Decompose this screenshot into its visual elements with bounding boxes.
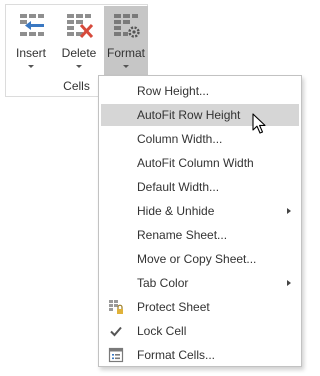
menu-item-label: Hide & Unhide [137,204,215,218]
menu-item-label: Protect Sheet [137,300,210,314]
menu-item-move-copy-sheet[interactable]: Move or Copy Sheet... [101,248,299,270]
menu-item-label: Lock Cell [137,324,187,338]
insert-cells-icon [20,14,44,36]
format-cells-gear-icon [114,14,140,38]
insert-button[interactable]: Insert [9,6,53,78]
menu-item-row-height[interactable]: Row Height... [101,80,299,102]
menu-item-label: Default Width... [137,180,220,194]
menu-item-label: Rename Sheet... [137,228,228,242]
menu-item-protect-sheet[interactable]: Protect Sheet [101,296,299,318]
menu-item-label: Row Height... [137,84,210,98]
protect-sheet-icon [109,300,123,314]
insert-dropdown-arrow-icon [28,65,34,68]
insert-label: Insert [15,46,46,60]
menu-item-label: Format Cells... [137,348,216,362]
menu-item-column-width[interactable]: Column Width... [101,128,299,150]
delete-dropdown-arrow-icon [76,65,82,68]
delete-label: Delete [61,46,97,60]
checkmark-icon [110,326,122,337]
menu-item-autofit-column-width[interactable]: AutoFit Column Width [101,152,299,174]
submenu-arrow-icon [287,280,291,286]
menu-item-lock-cell[interactable]: Lock Cell [101,320,299,342]
menu-item-format-cells[interactable]: Format Cells... [101,344,299,366]
menu-item-label: Column Width... [137,132,223,146]
menu-item-label: AutoFit Column Width [137,156,254,170]
format-button[interactable]: Format [104,6,148,78]
menu-item-default-width[interactable]: Default Width... [101,176,299,198]
menu-item-label: Move or Copy Sheet... [137,252,257,266]
format-dropdown-menu: Row Height... AutoFit Row Height Column … [98,75,302,367]
format-dropdown-arrow-icon [123,65,129,68]
menu-item-rename-sheet[interactable]: Rename Sheet... [101,224,299,246]
menu-item-label: AutoFit Row Height [137,108,241,122]
menu-item-tab-color[interactable]: Tab Color [101,272,299,294]
menu-item-autofit-row-height[interactable]: AutoFit Row Height [101,104,299,126]
delete-cells-icon [67,14,94,39]
menu-item-label: Tab Color [137,276,189,290]
format-cells-icon [108,347,124,363]
delete-button[interactable]: Delete [57,6,101,78]
submenu-arrow-icon [287,208,291,214]
mouse-pointer-icon [252,113,266,134]
menu-item-hide-unhide[interactable]: Hide & Unhide [101,200,299,222]
format-label: Format [106,46,145,60]
